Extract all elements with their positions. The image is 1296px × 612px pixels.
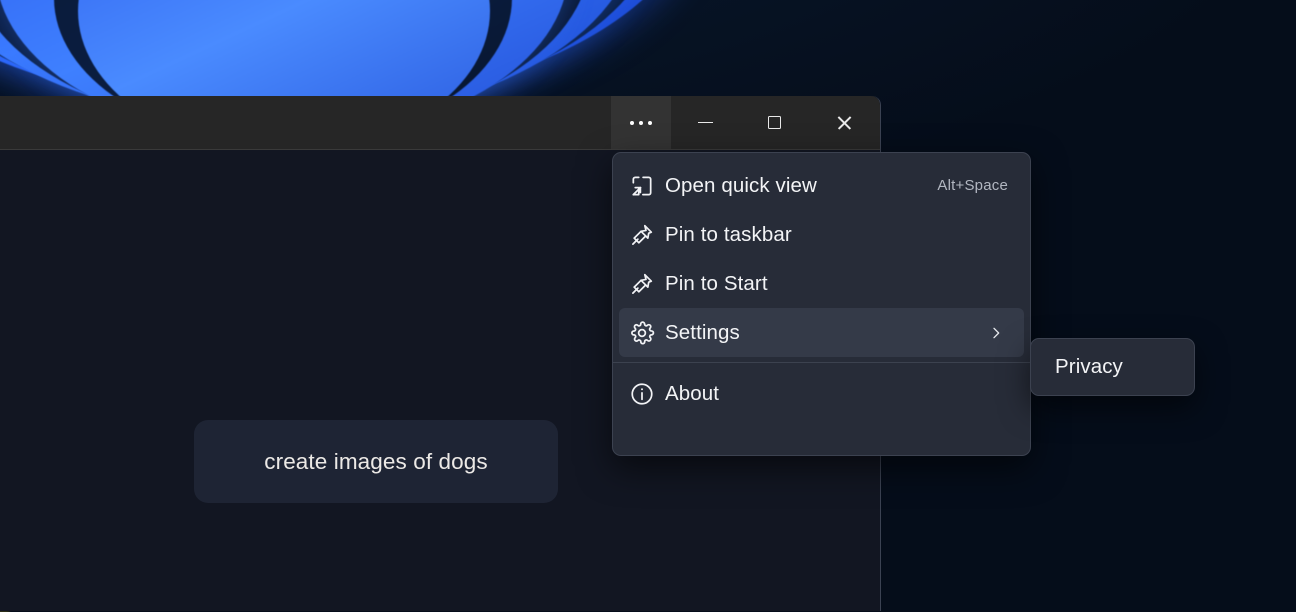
info-icon [619,381,665,407]
prompt-chip-text: create images of dogs [264,449,487,475]
pin-icon [619,271,665,297]
titlebar-divider [0,149,880,150]
prompt-chip[interactable]: create images of dogs [194,420,558,503]
menu-item-settings[interactable]: Settings [619,308,1024,357]
menu-separator [613,362,1030,363]
close-button[interactable] [809,96,880,149]
window-context-menu: Open quick view Alt+Space Pin to taskbar [612,152,1031,456]
minimize-icon [698,122,713,124]
menu-item-about[interactable]: About [619,369,1024,418]
menu-item-label: Pin to taskbar [665,223,792,247]
menu-item-open-quick-view[interactable]: Open quick view Alt+Space [619,161,1024,210]
submenu-item-privacy[interactable]: Privacy [1031,355,1123,379]
more-options-button[interactable] [611,96,671,149]
chevron-right-icon [988,325,1004,341]
menu-item-accelerator: Alt+Space [937,177,1008,194]
menu-item-label: Pin to Start [665,272,768,296]
settings-submenu: Privacy [1030,338,1195,396]
quick-view-icon [619,173,665,199]
maximize-icon [768,116,781,129]
desktop-background: create images of dogs [0,0,1296,611]
windows-bloom-wallpaper [0,0,720,100]
pin-icon [619,222,665,248]
close-icon [836,114,853,131]
gear-icon [619,320,665,346]
ellipsis-icon [630,121,652,125]
maximize-button[interactable] [740,96,809,149]
menu-item-pin-to-taskbar[interactable]: Pin to taskbar [619,210,1024,259]
menu-item-pin-to-start[interactable]: Pin to Start [619,259,1024,308]
minimize-button[interactable] [671,96,740,149]
window-titlebar[interactable] [0,96,880,150]
menu-item-label: Settings [665,321,740,345]
menu-item-label: Open quick view [665,174,817,198]
menu-item-label: About [665,382,719,406]
